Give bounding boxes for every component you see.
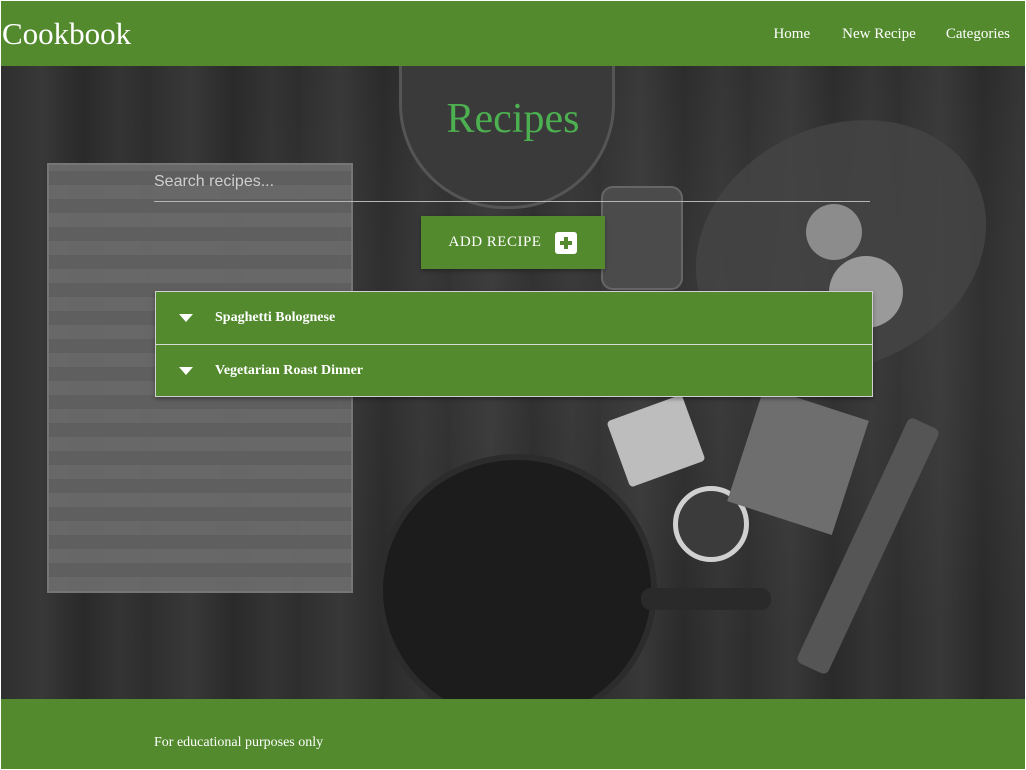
add-recipe-button[interactable]: ADD RECIPE	[421, 216, 605, 269]
add-recipe-label: ADD RECIPE	[448, 234, 542, 250]
recipe-name: Spaghetti Bolognese	[215, 310, 336, 325]
navbar: Cookbook Home New Recipe Categories	[1, 1, 1025, 66]
onion-image	[806, 204, 862, 260]
page-title: Recipes	[446, 96, 580, 142]
footer-text: For educational purposes only	[154, 735, 324, 750]
footer: For educational purposes only	[1, 699, 1025, 769]
caret-down-icon	[179, 314, 193, 322]
recipe-list: Spaghetti Bolognese Vegetarian Roast Din…	[155, 291, 873, 397]
nav-new-recipe-link[interactable]: New Recipe	[842, 23, 916, 45]
caret-down-icon	[179, 366, 193, 375]
frying-pan-image	[377, 454, 657, 726]
nav-links: Home New Recipe Categories	[773, 23, 1010, 45]
pan-handle-image	[641, 588, 771, 610]
recipe-item-vegetarian-roast-dinner[interactable]: Vegetarian Roast Dinner	[156, 344, 872, 396]
nav-home-link[interactable]: Home	[773, 23, 810, 45]
cleaver-image	[727, 386, 869, 536]
plus-square-icon	[555, 231, 578, 254]
brand-logo[interactable]: Cookbook	[2, 16, 131, 52]
search-input[interactable]	[154, 166, 870, 202]
salt-dish-image	[606, 394, 706, 488]
recipe-item-spaghetti-bolognese[interactable]: Spaghetti Bolognese	[156, 292, 872, 344]
recipe-name: Vegetarian Roast Dinner	[215, 362, 364, 378]
page-frame: Cookbook Home New Recipe Categories Reci…	[1, 1, 1025, 769]
nav-categories-link[interactable]: Categories	[946, 23, 1010, 45]
search-container	[154, 166, 870, 202]
